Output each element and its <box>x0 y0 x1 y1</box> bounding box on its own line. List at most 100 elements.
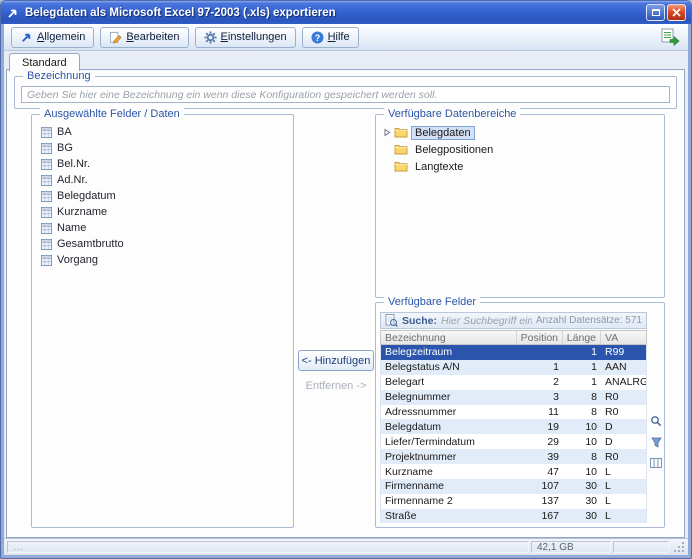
search-label: Suche: <box>402 315 437 327</box>
cell-len: 30 <box>563 494 601 509</box>
column-header-bezeichnung[interactable]: Bezeichnung <box>381 331 517 344</box>
cell-len: 8 <box>563 405 601 420</box>
arrow-up-right-icon <box>20 31 33 44</box>
columns-icon[interactable] <box>650 457 662 469</box>
search-input-hint[interactable]: Hier Suchbegriff eingeben <box>441 315 532 327</box>
cell-len: 1 <box>563 360 601 375</box>
toolbar-button-hilfe[interactable]: ?Hilfe <box>302 27 359 48</box>
filter-icon[interactable] <box>650 436 662 448</box>
table-row[interactable]: Belegart21ANALRGI <box>381 375 646 390</box>
toolbar-button-label: Bearbeiten <box>126 31 179 43</box>
cell-len: 10 <box>563 464 601 479</box>
toolbar-buttons: Allgemein Bearbeiten Einstellungen ?Hilfe <box>11 27 659 48</box>
bezeichnung-legend: Bezeichnung <box>23 70 95 83</box>
tree-expand-icon[interactable] <box>382 128 391 137</box>
list-item[interactable]: Ad.Nr. <box>34 172 291 188</box>
toolbar-button-allgemein[interactable]: Allgemein <box>11 27 94 48</box>
close-button[interactable] <box>667 4 686 21</box>
cell-len: 1 <box>563 375 601 390</box>
list-item[interactable]: Name <box>34 220 291 236</box>
table-header[interactable]: Bezeichnung Position Länge VA <box>380 330 647 345</box>
cell-len: 10 <box>563 419 601 434</box>
tab-standard[interactable]: Standard <box>9 53 80 71</box>
list-item-label: Name <box>57 222 86 234</box>
maximize-icon <box>652 9 660 16</box>
list-item-label: Ad.Nr. <box>57 174 88 186</box>
toolbar: Allgemein Bearbeiten Einstellungen ?Hilfe <box>4 24 688 51</box>
bezeichnung-input[interactable] <box>21 86 670 103</box>
excel-export-icon[interactable] <box>659 27 681 47</box>
table-row[interactable]: Firmenname10730L <box>381 479 646 494</box>
tree-item[interactable]: Langtexte <box>380 158 660 175</box>
table-row[interactable]: Kurzname4710L <box>381 464 646 479</box>
column-header-laenge[interactable]: Länge <box>563 331 601 344</box>
resize-grip[interactable] <box>671 541 685 553</box>
toolbar-button-bearbeiten[interactable]: Bearbeiten <box>100 27 188 48</box>
table-row[interactable]: Belegstatus A/N11AAN <box>381 360 646 375</box>
cell-pos: 1 <box>517 360 563 375</box>
field-grid-icon <box>41 159 52 170</box>
cell-len: 30 <box>563 479 601 494</box>
list-item-label: Bel.Nr. <box>57 158 90 170</box>
list-item-label: BG <box>57 142 73 154</box>
selected-fields-list: BA BG Bel.Nr. Ad.Nr. Belegdatum Kurzname Name G… <box>34 124 291 525</box>
table-row[interactable]: Adressnummer118R0 <box>381 405 646 420</box>
cell-pos: 137 <box>517 494 563 509</box>
table-row[interactable]: Projektnummer398R0 <box>381 449 646 464</box>
available-fields-group: Verfügbare Felder Suche: Hier Suchbegrif… <box>375 302 665 528</box>
table-row[interactable]: Belegdatum1910D <box>381 419 646 434</box>
cell-bez: Belegdatum <box>381 419 517 434</box>
cell-bez: Adressnummer <box>381 405 517 420</box>
titlebar-buttons <box>646 4 686 21</box>
toolbar-button-label: Einstellungen <box>221 31 287 43</box>
field-grid-icon <box>41 127 52 138</box>
add-button[interactable]: <- Hinzufügen <box>298 350 374 371</box>
column-header-position[interactable]: Position <box>517 331 563 344</box>
magnifier-icon[interactable] <box>650 415 662 427</box>
list-item[interactable]: BG <box>34 140 291 156</box>
table-row[interactable]: Belegzeitraum1R99 <box>381 345 646 360</box>
cell-pos: 107 <box>517 479 563 494</box>
main-panel: Bezeichnung Ausgewählte Felder / Daten B… <box>6 69 685 538</box>
cell-len: 30 <box>563 509 601 523</box>
cell-len: 8 <box>563 390 601 405</box>
cell-va: L <box>601 494 646 509</box>
maximize-button[interactable] <box>646 4 665 21</box>
list-item[interactable]: Gesamtbrutto <box>34 236 291 252</box>
cell-bez: Liefer/Termindatum <box>381 434 517 449</box>
list-item[interactable]: Vorgang <box>34 252 291 268</box>
remove-button[interactable]: Entfernen -> <box>298 380 374 392</box>
list-item[interactable]: Belegdatum <box>34 188 291 204</box>
tree-item[interactable]: Belegdaten <box>380 124 660 141</box>
cell-pos: 3 <box>517 390 563 405</box>
table-row[interactable]: Firmenname 213730L <box>381 494 646 509</box>
tree-item[interactable]: Belegpositionen <box>380 141 660 158</box>
cell-va: L <box>601 479 646 494</box>
list-item[interactable]: BA <box>34 124 291 140</box>
search-bar[interactable]: Suche: Hier Suchbegriff eingeben Anzahl … <box>380 312 647 329</box>
tabstrip: Standard <box>4 51 688 70</box>
data-areas-tree: BelegdatenBelegpositionen Langtexte <box>380 124 660 175</box>
table-row[interactable]: Straße16730L <box>381 509 646 523</box>
column-header-va[interactable]: VA <box>601 331 646 344</box>
folder-icon <box>394 161 408 172</box>
cell-pos: 2 <box>517 375 563 390</box>
tree-item-label: Belegdaten <box>411 126 475 140</box>
titlebar[interactable]: Belegdaten als Microsoft Excel 97-2003 (… <box>1 1 691 24</box>
bezeichnung-group: Bezeichnung <box>14 76 677 109</box>
table-row[interactable]: Liefer/Termindatum2910D <box>381 434 646 449</box>
available-fields-legend: Verfügbare Felder <box>384 296 480 309</box>
table-row[interactable]: Belegnummer38R0 <box>381 390 646 405</box>
disk-space-indicator: 42,1 GB <box>531 541 611 553</box>
toolbar-button-label: Allgemein <box>37 31 85 43</box>
cell-va: ANALRGI <box>601 375 646 390</box>
record-count: Anzahl Datensätze: 571 <box>536 315 642 326</box>
tree-item-label: Langtexte <box>411 160 467 174</box>
side-toolbar <box>649 345 663 523</box>
window-body: Allgemein Bearbeiten Einstellungen ?Hilfe S… <box>4 24 688 555</box>
svg-text:?: ? <box>314 32 320 42</box>
list-item[interactable]: Bel.Nr. <box>34 156 291 172</box>
list-item-label: Kurzname <box>57 206 107 218</box>
toolbar-button-einstellungen[interactable]: Einstellungen <box>195 27 296 48</box>
list-item[interactable]: Kurzname <box>34 204 291 220</box>
